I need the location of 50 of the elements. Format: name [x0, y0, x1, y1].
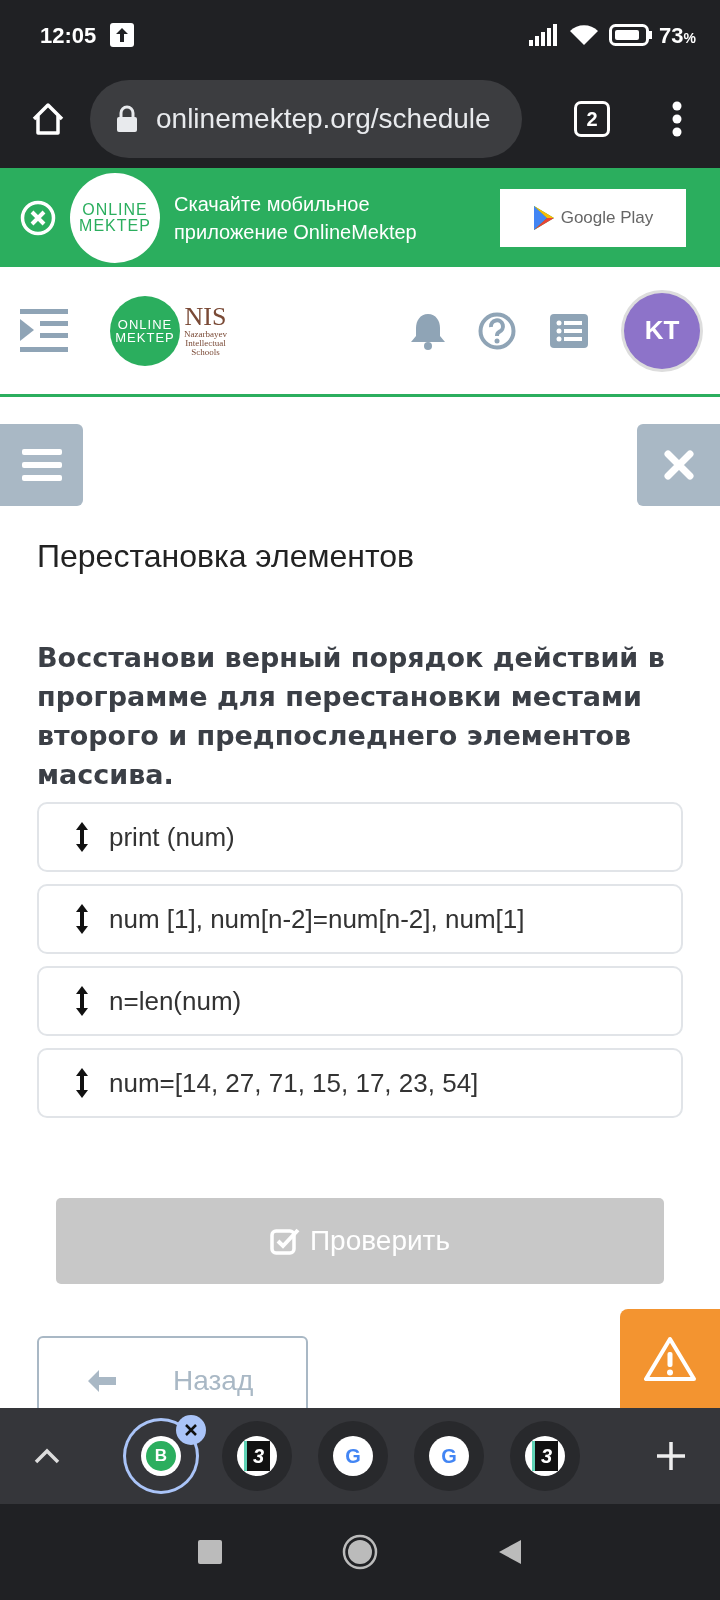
drag-icon — [75, 1066, 89, 1100]
drag-icon — [75, 984, 89, 1018]
clock-text: 12:05 — [40, 21, 97, 50]
battery-icon — [609, 24, 654, 46]
avatar[interactable]: KT — [624, 292, 700, 369]
bell-icon[interactable] — [410, 311, 446, 350]
warning-icon — [644, 1335, 696, 1382]
draggable-item[interactable]: num=[14, 27, 71, 15, 17, 23, 54] — [37, 1048, 683, 1118]
wifi-icon — [569, 23, 600, 47]
store-badge[interactable]: Google Play — [500, 188, 686, 247]
draggable-item[interactable]: print (num) — [37, 802, 683, 872]
menu-icon — [21, 449, 62, 481]
battery-text: 73% — [659, 21, 696, 50]
browser-tab[interactable]: 3 — [510, 1421, 580, 1491]
more-icon[interactable] — [672, 101, 682, 137]
warning-button[interactable] — [620, 1309, 720, 1408]
list-icon[interactable] — [550, 313, 588, 348]
plus-icon[interactable] — [656, 1441, 686, 1471]
school-logo: NIS Nazarbayev Intellectual Schools — [184, 304, 227, 357]
check-icon — [270, 1227, 300, 1255]
address-bar[interactable]: onlinemektep.org/schedule — [90, 80, 522, 158]
close-icon[interactable] — [20, 199, 56, 236]
menu-button[interactable] — [0, 424, 83, 506]
play-icon — [532, 204, 555, 231]
close-icon — [662, 449, 695, 481]
drag-icon — [75, 902, 89, 936]
chevron-up-icon[interactable] — [34, 1448, 60, 1464]
site-logo: ONLINE MEKTEP — [110, 295, 180, 366]
arrow-left-icon — [87, 1369, 117, 1393]
browser-tab[interactable]: G — [414, 1421, 484, 1491]
draggable-item[interactable]: n=len(num) — [37, 966, 683, 1036]
lock-icon — [116, 105, 138, 133]
tab-close-button[interactable] — [176, 1415, 206, 1445]
drag-icon — [75, 820, 89, 854]
close-button[interactable] — [637, 424, 720, 506]
signal-icon — [529, 24, 560, 46]
browser-tab[interactable]: 3 — [222, 1421, 292, 1491]
upload-icon — [110, 23, 135, 47]
browser-tab[interactable]: G — [318, 1421, 388, 1491]
tab-count-button[interactable]: 2 — [574, 101, 610, 137]
back-icon[interactable] — [498, 1539, 522, 1565]
help-icon[interactable] — [478, 311, 516, 350]
question-text: Восстанови верный порядок действий в программе для перестановки местами второго и предпоследнего элементов массива. — [37, 641, 666, 792]
task-title: Перестановка элементов — [37, 537, 415, 576]
app-logo: ONLINE MEKTEP — [70, 172, 160, 263]
draggable-item[interactable]: num [1], num[n-2]=num[n-2], num[1] — [37, 884, 683, 954]
home-button-icon[interactable] — [342, 1534, 378, 1570]
menu-icon[interactable] — [20, 306, 68, 355]
banner-text: Скачайте мобильное приложение OnlineMektep — [174, 191, 418, 245]
close-icon — [184, 1423, 198, 1437]
